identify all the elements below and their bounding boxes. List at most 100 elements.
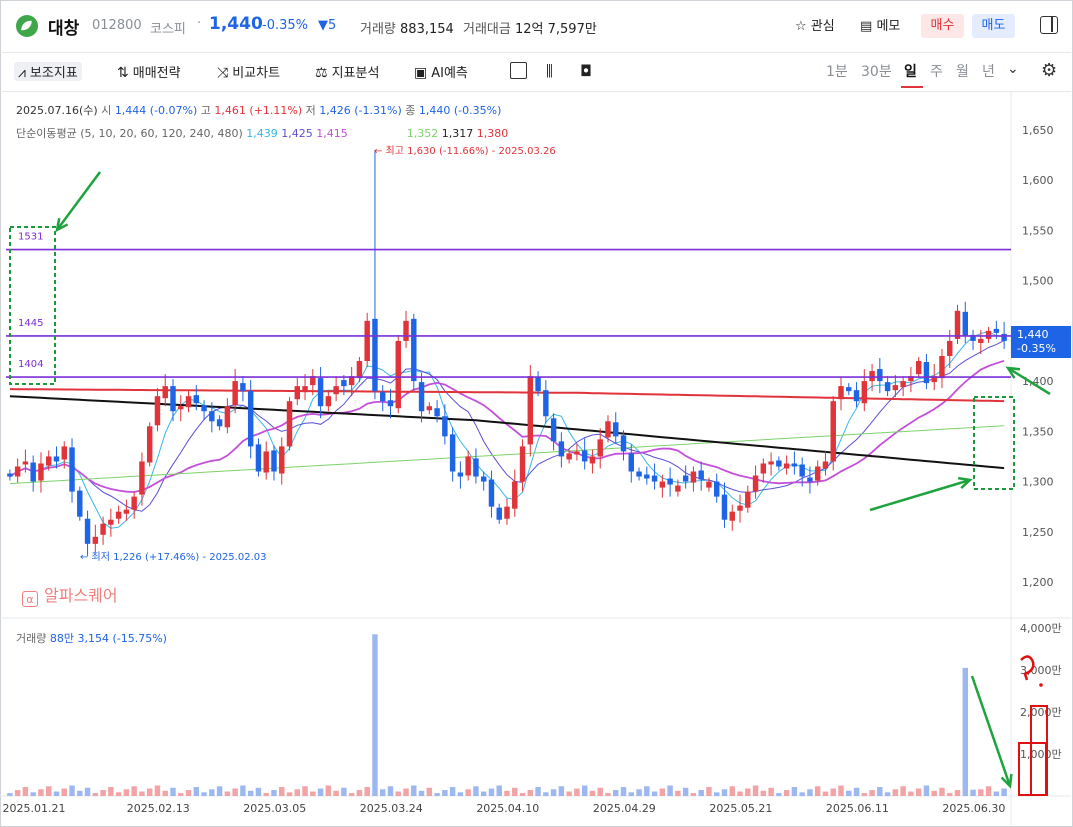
horizontal-lines: 1531 1445 1404 ← 최고 1,630 (-11.66%) - 2025.… bbox=[6, 145, 1011, 563]
volume-bar bbox=[38, 789, 44, 796]
volume-bar bbox=[566, 791, 572, 796]
candle-body bbox=[53, 456, 60, 462]
volume-bar bbox=[807, 789, 813, 796]
volume-bar bbox=[240, 785, 246, 796]
candle-body bbox=[706, 481, 712, 488]
price-tick-label: 1,300 bbox=[1022, 476, 1054, 489]
candle-body bbox=[380, 392, 386, 402]
volume-bar bbox=[325, 785, 332, 796]
volume-bar bbox=[978, 789, 984, 796]
candle-body bbox=[488, 479, 495, 507]
volume-tick-label: 4,000만 bbox=[1020, 622, 1062, 635]
candle-body bbox=[302, 386, 308, 393]
volume-bar bbox=[682, 787, 689, 796]
candle-body bbox=[395, 340, 401, 409]
volume-bar bbox=[690, 793, 697, 796]
date-tick-label: 2025.01.21 bbox=[3, 802, 66, 815]
volume-bar bbox=[123, 789, 130, 796]
candle-body bbox=[286, 401, 293, 447]
volume-bar bbox=[418, 790, 425, 796]
candle-body bbox=[61, 446, 67, 460]
candle-body bbox=[962, 311, 968, 336]
volume-bar bbox=[550, 789, 557, 796]
volume-bar bbox=[380, 789, 386, 796]
price-tick-label: 1,250 bbox=[1022, 526, 1054, 539]
price-tag-price: 1,440 bbox=[1017, 328, 1049, 341]
date-tick-label: 2025.03.24 bbox=[360, 802, 423, 815]
candle-body bbox=[923, 362, 930, 384]
candle-body bbox=[535, 377, 541, 392]
volume-bar bbox=[170, 787, 176, 796]
candlesticks bbox=[7, 150, 1007, 556]
candle-body bbox=[892, 385, 899, 391]
candle-body bbox=[69, 447, 75, 492]
volume-bar bbox=[993, 791, 1000, 796]
volume-bar bbox=[302, 786, 308, 796]
candle-body bbox=[325, 396, 332, 407]
volume-bar bbox=[962, 667, 968, 796]
volume-bar bbox=[651, 791, 658, 796]
price-tick-label: 1,350 bbox=[1022, 425, 1054, 438]
candle-body bbox=[387, 400, 394, 407]
volume-bar bbox=[915, 788, 922, 796]
candle-body bbox=[791, 463, 798, 467]
candle-body bbox=[38, 463, 44, 481]
candle-body bbox=[279, 446, 285, 474]
price-tick-label: 1,200 bbox=[1022, 576, 1054, 589]
volume-bar bbox=[178, 793, 184, 796]
annotation-arrow-volume bbox=[970, 675, 1012, 787]
volume-bar bbox=[1001, 788, 1007, 796]
volume-bar bbox=[46, 786, 52, 796]
volume-bar bbox=[675, 790, 681, 796]
candle-body bbox=[84, 518, 91, 544]
volume-bar bbox=[783, 790, 790, 796]
candle-body bbox=[978, 338, 984, 343]
volume-bar bbox=[970, 789, 976, 796]
volume-bar bbox=[403, 788, 409, 796]
volume-bar bbox=[853, 787, 860, 796]
volume-bar bbox=[768, 787, 774, 796]
volume-bar bbox=[822, 791, 829, 796]
candle-body bbox=[100, 523, 106, 535]
candle-body bbox=[465, 456, 471, 476]
candle-body bbox=[162, 386, 168, 399]
candle-body bbox=[597, 439, 603, 457]
candle-body bbox=[682, 475, 689, 482]
volume-bar bbox=[224, 791, 231, 796]
candle-body bbox=[7, 473, 13, 477]
candle-body bbox=[473, 458, 479, 477]
candle-body bbox=[255, 444, 262, 472]
volume-bar bbox=[923, 785, 930, 796]
volume-bar bbox=[185, 790, 192, 796]
candle-body bbox=[799, 464, 805, 477]
candle-body bbox=[426, 406, 433, 411]
volume-bar bbox=[411, 785, 417, 796]
volume-bar bbox=[628, 792, 634, 796]
volume-bar bbox=[442, 790, 448, 796]
horizontal-line-label: 1404 bbox=[18, 359, 43, 370]
candle-body bbox=[418, 382, 425, 412]
volume-bar bbox=[605, 793, 611, 796]
candle-body bbox=[729, 511, 735, 521]
candle-body bbox=[77, 490, 83, 517]
volume-bar bbox=[201, 792, 207, 796]
volume-bar bbox=[900, 786, 906, 796]
price-chart[interactable]: 1531 1445 1404 ← 최고 1,630 (-11.66%) - 2025.… bbox=[0, 0, 1073, 827]
candle-body bbox=[403, 320, 409, 341]
volume-bar bbox=[434, 793, 440, 796]
candle-body bbox=[861, 381, 868, 404]
candle-body bbox=[574, 451, 580, 455]
volume-bar bbox=[698, 790, 704, 796]
horizontal-line-label: 1531 bbox=[18, 232, 43, 243]
candle-body bbox=[115, 511, 122, 519]
candle-body bbox=[185, 396, 192, 408]
candle-body bbox=[690, 471, 697, 483]
candle-body bbox=[519, 446, 526, 482]
volume-bar bbox=[387, 786, 394, 796]
volume-bar bbox=[931, 790, 937, 796]
candle-body bbox=[209, 411, 215, 422]
volume-bar bbox=[892, 789, 899, 796]
volume-bar bbox=[209, 789, 215, 796]
volume-bar bbox=[100, 790, 106, 796]
candle-body bbox=[675, 485, 681, 492]
